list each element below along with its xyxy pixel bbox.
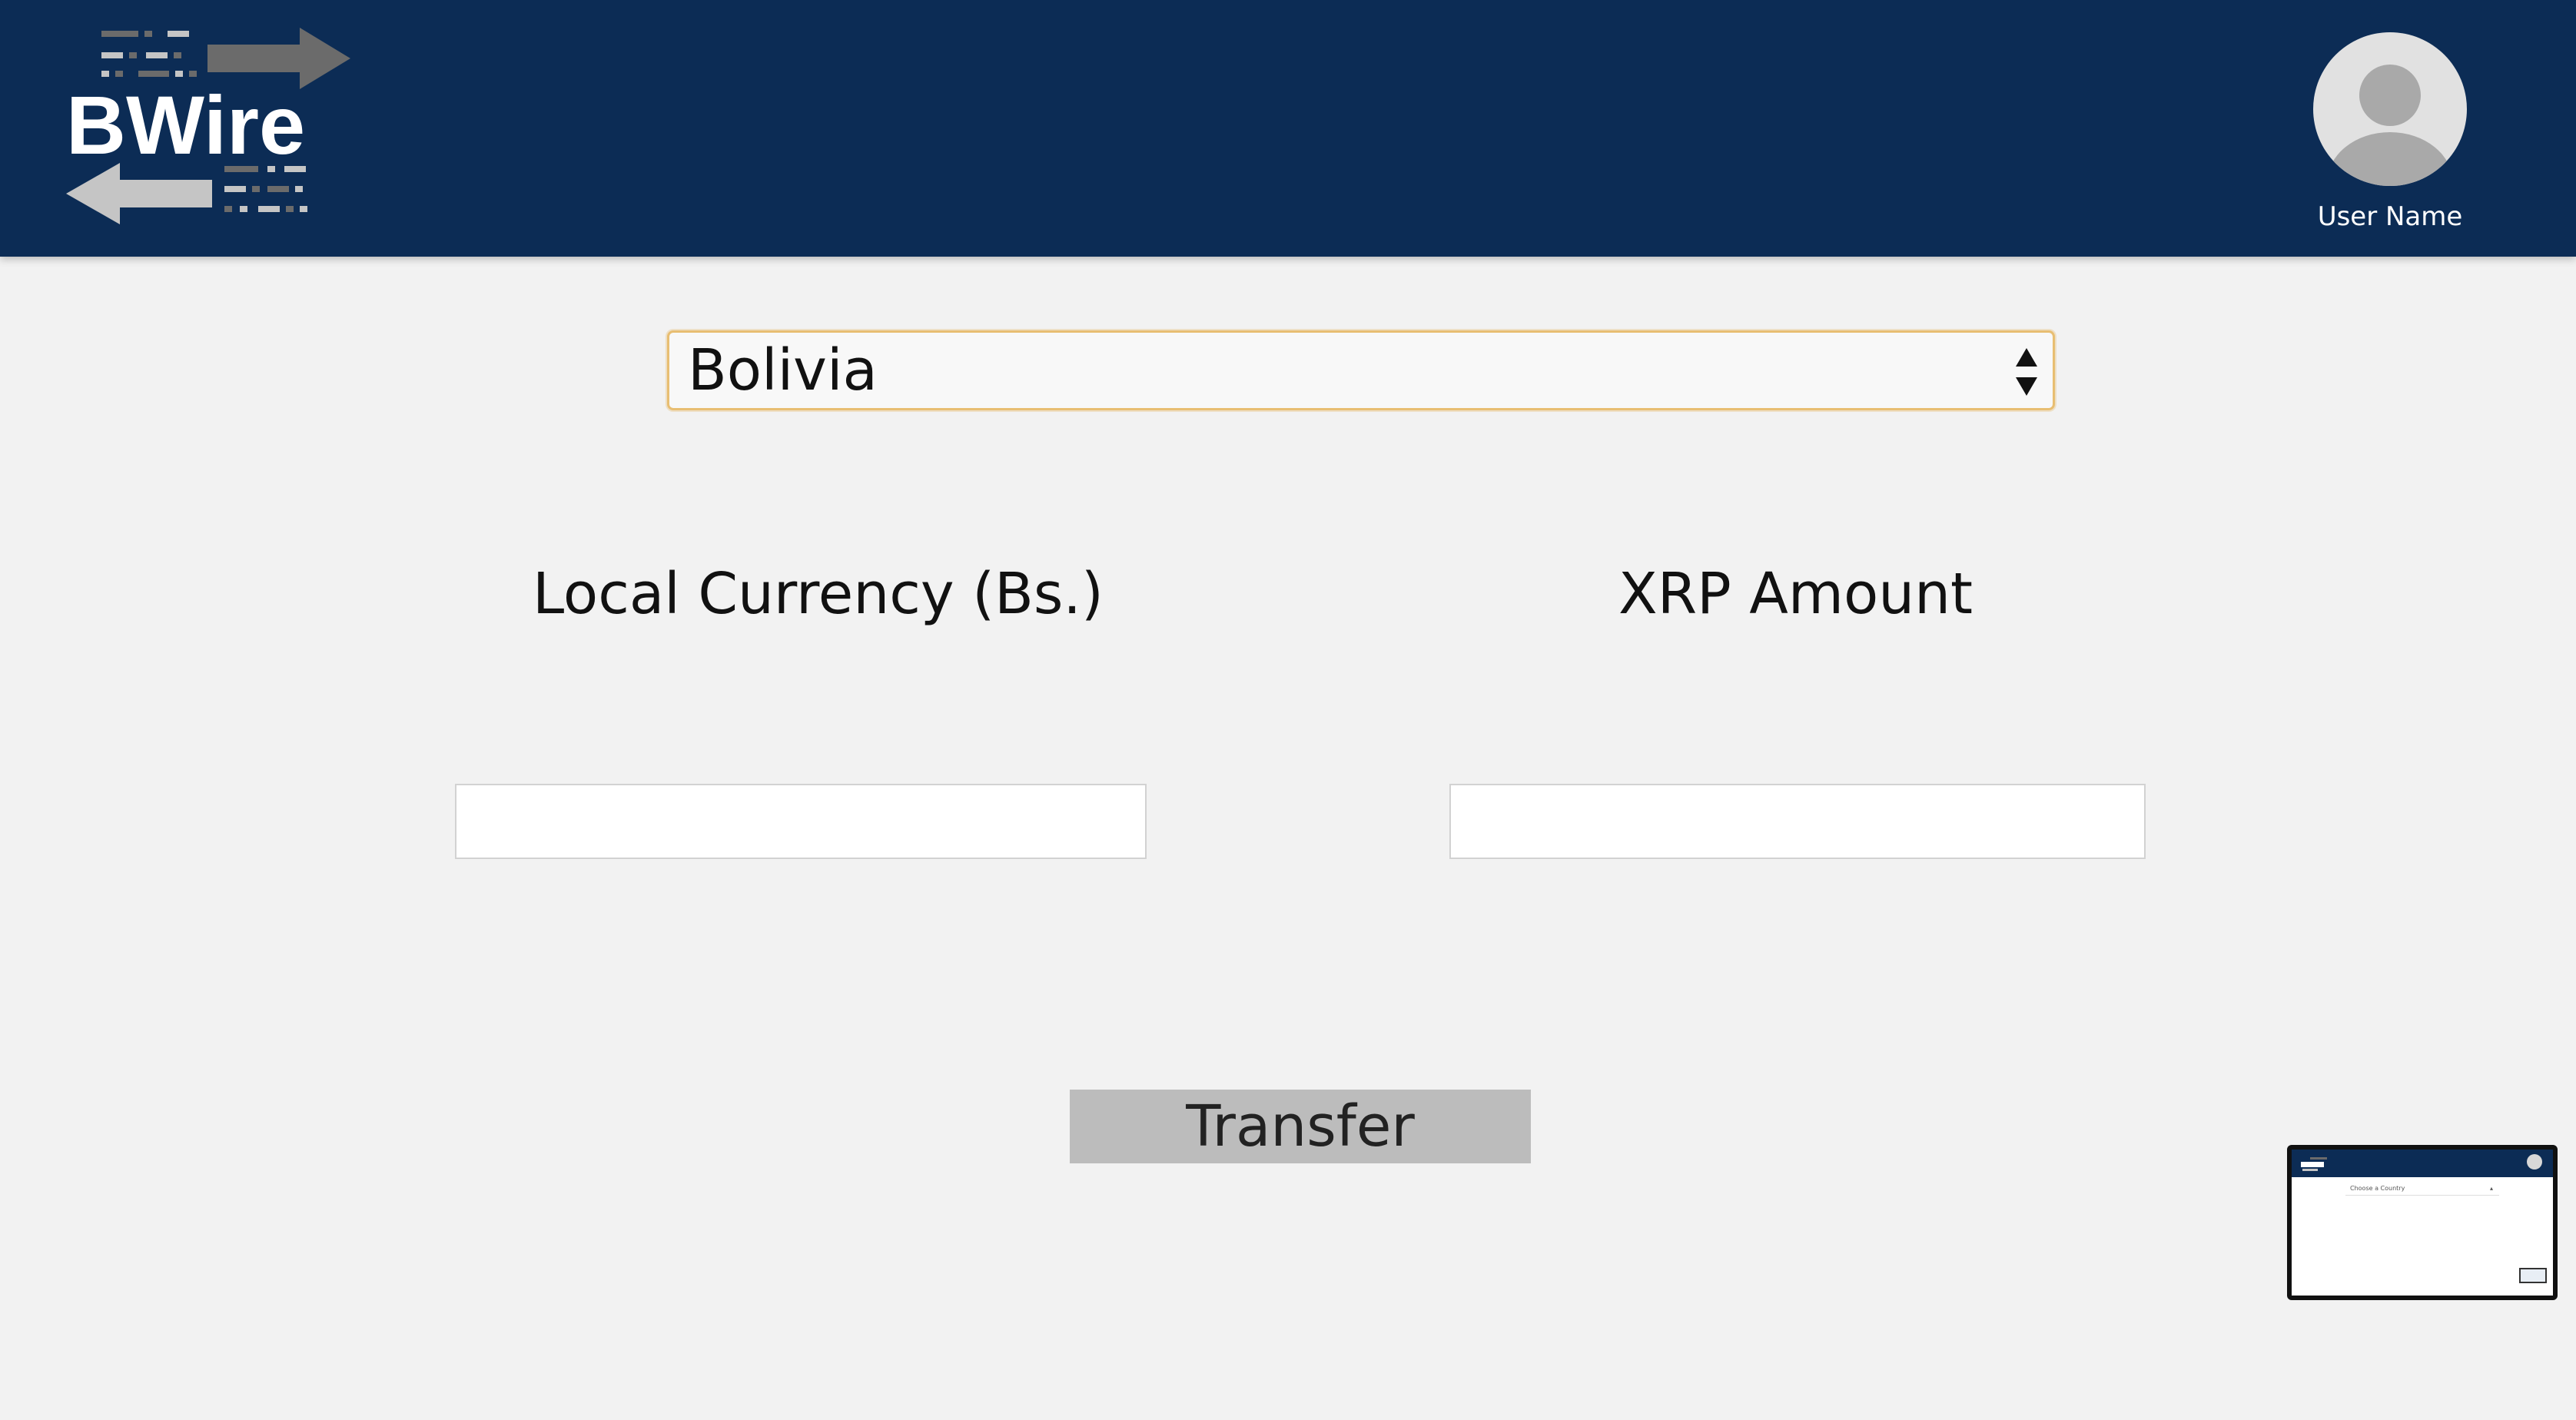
app-header: BWire User Name: [0, 0, 2576, 257]
country-select-value: Bolivia: [688, 337, 878, 403]
xrp-amount-label: XRP Amount: [1618, 561, 1973, 627]
transfer-button[interactable]: Transfer: [1070, 1090, 1531, 1163]
preview-select-arrow-icon: ▴: [2490, 1185, 2494, 1192]
country-select[interactable]: Bolivia: [667, 330, 2055, 410]
preview-country-select: Choose a Country: [2345, 1183, 2499, 1196]
preview-mini-thumbnail: [2519, 1268, 2547, 1283]
left-arrow-icon: [66, 163, 212, 224]
local-currency-label: Local Currency (Bs.): [533, 561, 1104, 627]
svg-text:BWire: BWire: [66, 78, 305, 171]
bwire-logo[interactable]: BWire: [61, 23, 361, 231]
select-arrows-icon: [2016, 348, 2037, 396]
xrp-amount-input[interactable]: [1449, 784, 2146, 859]
preview-logo-icon: [2301, 1157, 2327, 1171]
user-name[interactable]: User Name: [2282, 201, 2498, 232]
logo-graphic: BWire: [66, 28, 350, 224]
user-avatar[interactable]: [2313, 32, 2467, 186]
preview-header: [2292, 1150, 2553, 1177]
preview-avatar-icon: [2527, 1154, 2542, 1170]
local-currency-input[interactable]: [455, 784, 1147, 859]
avatar-icon: [2313, 32, 2467, 186]
page-preview-thumbnail[interactable]: Choose a Country ▴: [2287, 1145, 2558, 1300]
